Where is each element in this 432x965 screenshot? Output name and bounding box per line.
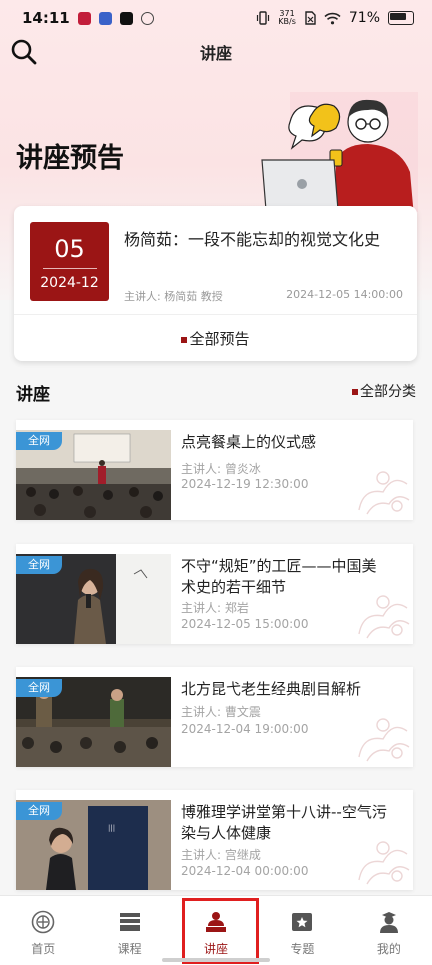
lecture-time: 2024-12-19 12:30:00 xyxy=(181,477,309,491)
course-icon xyxy=(119,913,140,931)
lecture-section-header: 讲座 全部分类 xyxy=(0,378,432,405)
tab-label: 专题 xyxy=(290,942,315,956)
tab-label: 首页 xyxy=(31,942,56,956)
svg-text:|||: ||| xyxy=(108,824,115,832)
date-divider xyxy=(42,268,97,269)
bullet-icon xyxy=(181,336,188,343)
cloud-pattern-icon xyxy=(358,595,410,639)
cloud-pattern-icon xyxy=(358,718,410,762)
scope-badge: 全网 xyxy=(16,679,62,697)
cloud-pattern-icon xyxy=(358,841,410,885)
net-speed: 371 KB/s xyxy=(278,9,296,26)
battery-icon xyxy=(388,11,414,25)
tab-label: 课程 xyxy=(117,942,142,956)
wifi-icon xyxy=(324,12,341,24)
lecture-speaker: 主讲人: 郑岩 xyxy=(181,601,249,615)
tab-profile[interactable]: 我的 xyxy=(346,896,432,965)
featured-title[interactable]: 杨简茹：一段不能忘却的视觉文化史 xyxy=(124,226,380,250)
lecture-title[interactable]: 北方昆弋老生经典剧目解析 xyxy=(181,679,391,700)
university-seal-icon xyxy=(31,910,55,934)
lecture-time: 2024-12-04 00:00:00 xyxy=(181,864,309,878)
lecture-speaker: 主讲人: 曹文震 xyxy=(181,705,261,719)
active-tab-highlight xyxy=(182,898,259,964)
section-title: 讲座 xyxy=(16,385,50,405)
lecture-time: 2024-12-05 15:00:00 xyxy=(181,617,309,631)
all-categories-link[interactable]: 全部分类 xyxy=(352,381,416,401)
featured-time: 2024-12-05 14:00:00 xyxy=(286,288,403,301)
battery-percent: 71% xyxy=(348,10,380,26)
featured-speaker: 主讲人: 杨简茹 教授 xyxy=(124,290,223,303)
lecture-list-item[interactable]: 全网 点亮餐桌上的仪式感 主讲人: 曾炎冰 2024-12-19 12:30:0… xyxy=(16,420,413,520)
profile-icon xyxy=(379,912,398,933)
scope-badge: 全网 xyxy=(16,802,62,820)
lecture-time: 2024-12-04 19:00:00 xyxy=(181,722,309,736)
status-time: 14:11 xyxy=(22,9,70,27)
tab-home[interactable]: 首页 xyxy=(0,896,86,965)
no-sim-icon xyxy=(305,11,316,25)
tiktok-icon xyxy=(119,11,133,25)
date-box: 05 2024-12 xyxy=(30,222,109,301)
vibrate-icon xyxy=(257,11,270,25)
notification-app-icon xyxy=(98,11,112,25)
lecture-title[interactable]: 点亮餐桌上的仪式感 xyxy=(181,432,391,453)
notification-app-icon xyxy=(140,11,154,25)
top-nav: 讲座 xyxy=(0,36,432,66)
page-title: 讲座 xyxy=(199,44,232,63)
lecture-list-item[interactable]: 全网 北方昆弋老生经典剧目解析 主讲人: 曹文震 2024-12-04 19:0… xyxy=(16,667,413,767)
featured-lecture-card[interactable]: 05 2024-12 杨简茹：一段不能忘却的视觉文化史 主讲人: 杨简茹 教授 … xyxy=(14,206,417,361)
tab-courses[interactable]: 课程 xyxy=(86,896,172,965)
tab-topics[interactable]: 专题 xyxy=(259,896,345,965)
lecture-speaker: 主讲人: 宫继成 xyxy=(181,848,261,862)
date-month: 2024-12 xyxy=(40,275,99,291)
all-previews-link[interactable]: 全部预告 xyxy=(14,328,417,349)
hero-title: 讲座预告 xyxy=(16,143,124,174)
lecturer-illustration xyxy=(250,92,418,217)
card-divider xyxy=(14,314,417,315)
cloud-pattern-icon xyxy=(358,471,410,515)
lecture-list-item[interactable]: ||| 全网 博雅理学讲堂第十八讲--空气污染与人体健康 主讲人: 宫继成 20… xyxy=(16,790,413,890)
star-film-icon xyxy=(292,913,313,931)
scope-badge: 全网 xyxy=(16,432,62,450)
home-indicator xyxy=(162,958,270,962)
lecture-list-item[interactable]: 全网 不守“规矩”的工匠——中国美术史的若干细节 主讲人: 郑岩 2024-12… xyxy=(16,544,413,644)
tab-label: 我的 xyxy=(376,942,401,956)
status-bar: 14:11 371 KB/s 71% xyxy=(0,0,432,36)
lecture-speaker: 主讲人: 曾炎冰 xyxy=(181,462,261,476)
bullet-icon xyxy=(352,389,358,395)
date-day: 05 xyxy=(54,235,85,263)
scope-badge: 全网 xyxy=(16,556,62,574)
notification-app-icon xyxy=(77,11,91,25)
